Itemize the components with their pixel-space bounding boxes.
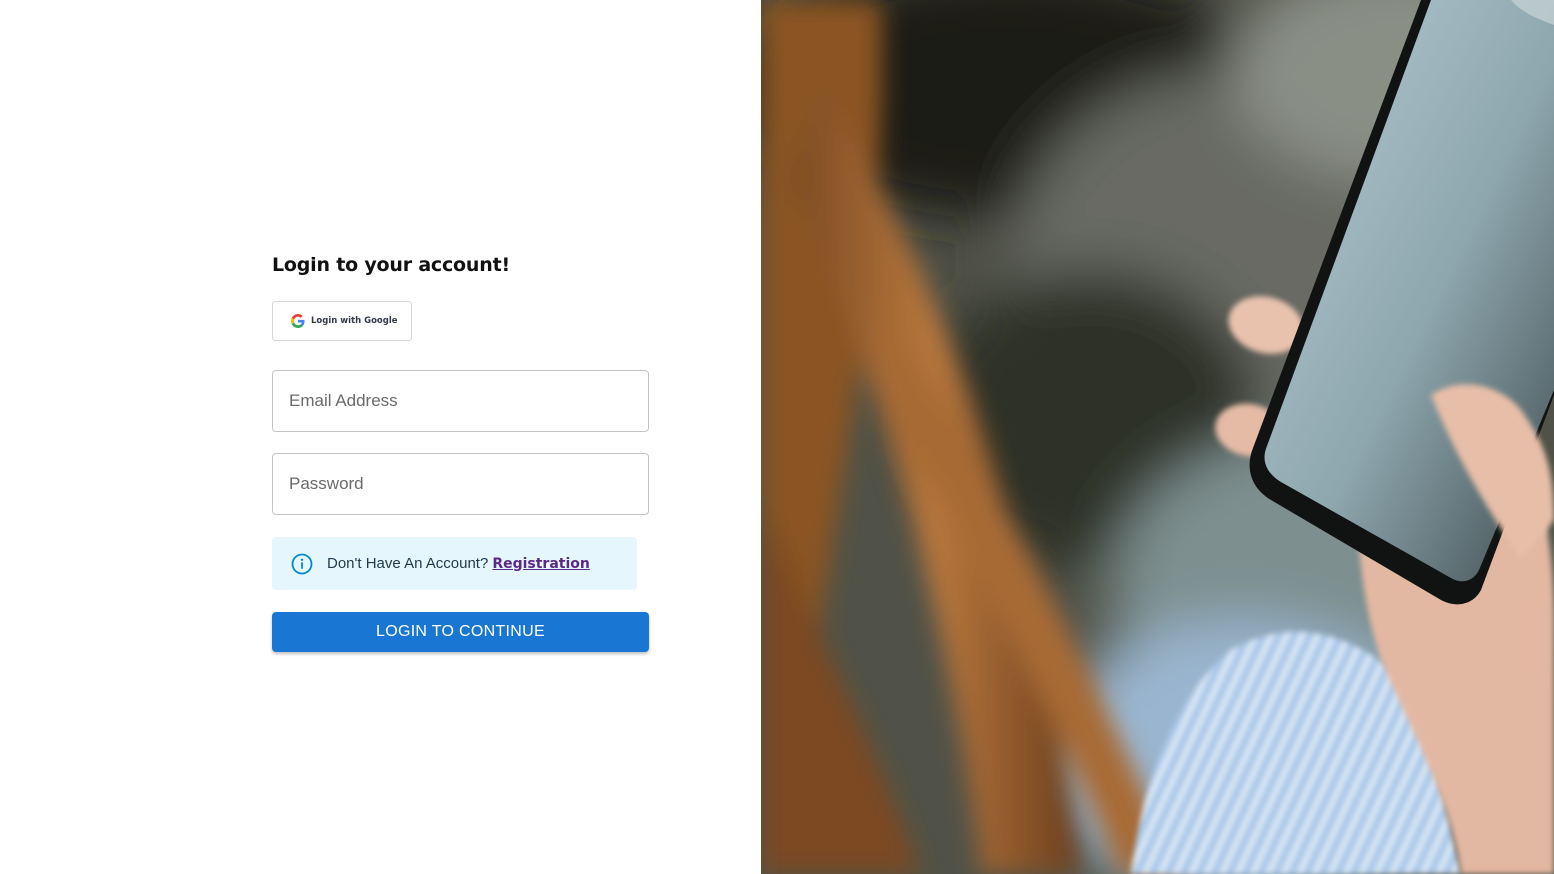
page-title: Login to your account!: [272, 254, 510, 276]
google-logo-icon: [291, 314, 305, 328]
login-submit-button[interactable]: LOGIN TO CONTINUE: [272, 612, 649, 652]
registration-info-alert: Don't Have An Account? Registration: [272, 537, 637, 590]
info-text: Don't Have An Account?: [327, 555, 489, 572]
registration-link[interactable]: Registration: [492, 556, 590, 572]
info-circle-icon: [291, 553, 313, 575]
password-field: [272, 453, 649, 515]
email-field: [272, 370, 649, 432]
hero-image: [761, 0, 1554, 874]
google-login-button[interactable]: Login with Google: [272, 301, 412, 341]
login-panel: Login to your account! Login with Google: [0, 0, 761, 874]
login-form: Login to your account! Login with Google: [272, 252, 649, 652]
email-input[interactable]: [273, 371, 648, 431]
google-login-label: Login with Google: [311, 316, 398, 326]
password-input[interactable]: [273, 454, 648, 514]
hero-photo-illustration: [761, 0, 1554, 874]
login-page: Login to your account! Login with Google: [0, 0, 1554, 874]
